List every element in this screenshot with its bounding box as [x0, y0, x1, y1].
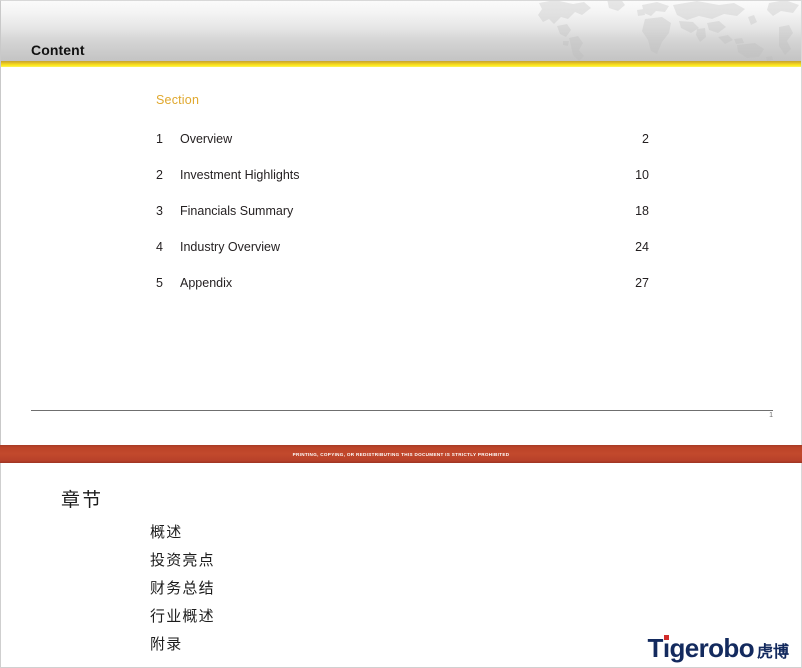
translation-item: 行业概述 [150, 607, 215, 625]
slide-page-number: 1 [769, 412, 773, 419]
toc-row-page: 10 [635, 168, 649, 182]
toc-row-page: 2 [642, 132, 649, 146]
tigerobo-logo: Tıgerobo 虎博 [648, 635, 789, 661]
translation-heading: 章节 [61, 489, 104, 511]
toc-row-label[interactable]: Industry Overview [180, 240, 280, 254]
translation-panel: 章节 概述 投资亮点 财务总结 行业概述 附录 Tıgerobo 虎博 [0, 463, 802, 668]
toc-row[interactable]: 5 Appendix 27 [1, 276, 801, 296]
toc-row-number: 3 [156, 204, 163, 218]
slide-footer-divider [31, 410, 773, 411]
toc-row-label[interactable]: Investment Highlights [180, 168, 300, 182]
logo-word-part2: gerobo [669, 633, 754, 663]
toc-row-page: 24 [635, 240, 649, 254]
toc-row[interactable]: 4 Industry Overview 24 [1, 240, 801, 260]
toc-heading: Section [156, 93, 200, 107]
prohibition-banner: PRINTING, COPYING, OR REDISTRIBUTING THI… [0, 445, 802, 463]
toc-row[interactable]: 1 Overview 2 [1, 132, 801, 152]
slide-page: Content Section 1 Overview 2 2 Investmen… [0, 0, 802, 668]
translation-item: 概述 [150, 523, 183, 541]
logo-word-part1: T [647, 633, 664, 663]
logo-chinese-name: 虎博 [756, 642, 789, 661]
logo-letter-i: ı [662, 633, 670, 663]
toc-row-label[interactable]: Overview [180, 132, 232, 146]
prohibition-text: PRINTING, COPYING, OR REDISTRIBUTING THI… [292, 451, 510, 457]
translation-item: 财务总结 [150, 579, 215, 597]
slide-header-band: Content [1, 1, 801, 63]
translation-item: 投资亮点 [150, 551, 215, 569]
toc-row-page: 27 [635, 276, 649, 290]
toc-row-number: 5 [156, 276, 163, 290]
logo-wordmark: Tıgerobo [647, 633, 755, 663]
toc-row-number: 1 [156, 132, 163, 146]
header-accent-rule [1, 61, 801, 67]
page-title: Content [31, 42, 85, 58]
presentation-slide: Content Section 1 Overview 2 2 Investmen… [0, 0, 802, 445]
toc-row-number: 2 [156, 168, 163, 182]
toc-row-number: 4 [156, 240, 163, 254]
toc-row[interactable]: 2 Investment Highlights 10 [1, 168, 801, 188]
world-map-watermark-icon [521, 1, 801, 63]
toc-row-label[interactable]: Financials Summary [180, 204, 293, 218]
toc-row-page: 18 [635, 204, 649, 218]
toc-row-label[interactable]: Appendix [180, 276, 232, 290]
translation-item: 附录 [150, 635, 183, 653]
logo-accent-dot-icon [663, 635, 669, 640]
toc-row[interactable]: 3 Financials Summary 18 [1, 204, 801, 224]
